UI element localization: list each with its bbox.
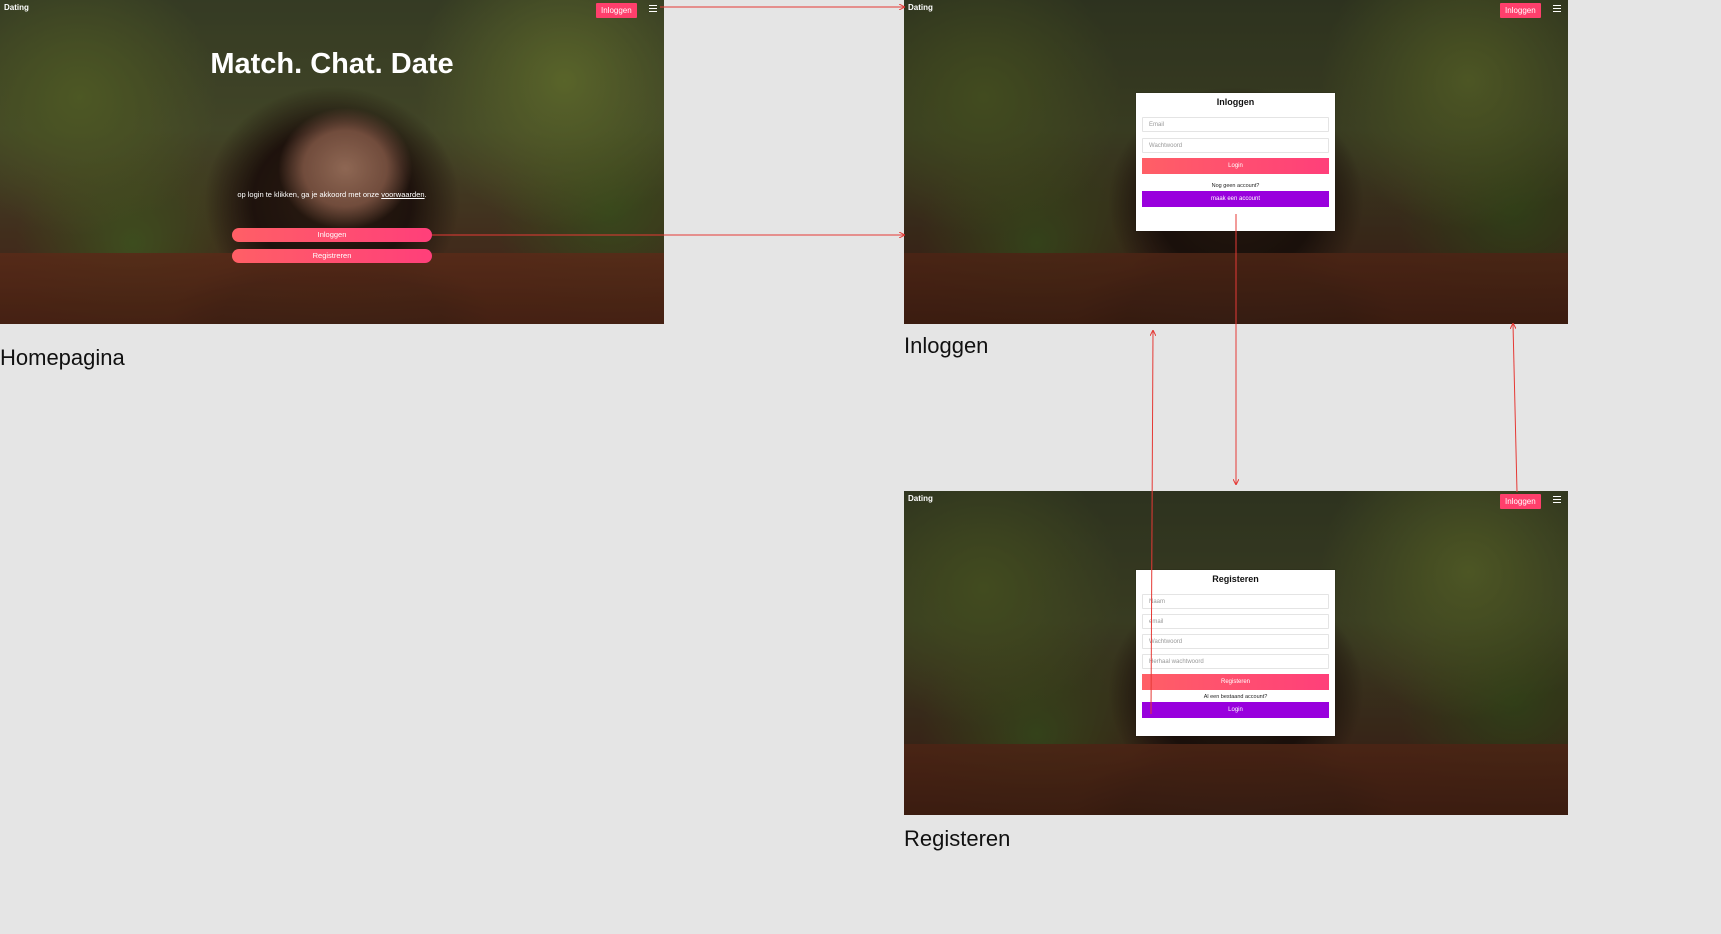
arrow-register-nav-to-login: [1513, 324, 1518, 493]
arrow-register-login-to-login: [1151, 331, 1153, 715]
flow-arrows: [432, 0, 1518, 715]
